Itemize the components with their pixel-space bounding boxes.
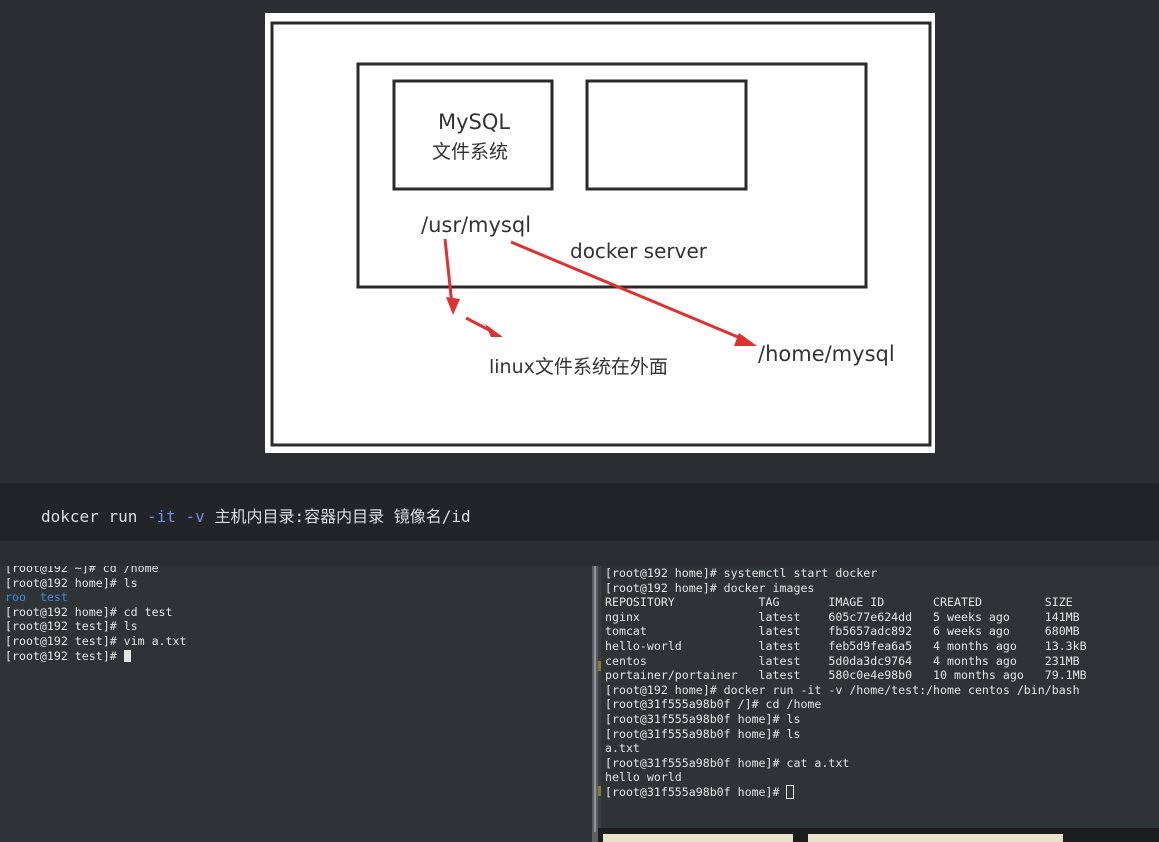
table-row: nginx latest 605c77e624dd 5 weeks ago 14… (605, 609, 1080, 624)
terminal-left-output: [root@192 ~]# cd /home [root@192 home]# l… (5, 566, 186, 663)
footer-tab (603, 834, 793, 842)
terminal-cursor (786, 784, 795, 799)
term-line: [root@192 test]# vim a.txt (5, 633, 187, 648)
code-flag-it: -it (146, 507, 176, 526)
linux-fs-label: linux文件系统在外面 (489, 356, 668, 378)
term-line: [root@192 home]# systemctl start docker (605, 566, 878, 580)
term-prompt-line: [root@31f555a98b0f home]# (605, 784, 1087, 800)
docker-volume-diagram: MySQL 文件系统 /usr/mysql docker server linu… (265, 13, 935, 453)
ls-output: roo test (5, 590, 186, 605)
code-command: dokcer (41, 507, 99, 526)
table-row: centos latest 5d0da3dc9764 4 months ago … (605, 653, 1080, 668)
host-path-label: /home/mysql (758, 342, 895, 366)
term-line: [root@31f555a98b0f home]# ls (605, 726, 801, 741)
term-line: [root@192 ~]# cd /home (5, 566, 159, 575)
term-prompt-line: [root@192 test]# (5, 649, 186, 664)
gutter-mark (598, 786, 601, 796)
mysql-container-box (392, 79, 554, 191)
terminal-footer-strip (598, 828, 1159, 842)
code-flag-v: -v (185, 507, 205, 526)
docker-server-label: docker server (570, 239, 707, 263)
dir-entry: test (39, 590, 68, 605)
code-subcommand: run (108, 507, 138, 526)
empty-container-box (585, 79, 748, 191)
docker-run-syntax: dokcer run -it -v 主机内目录:容器内目录 镜像名/id (41, 503, 471, 527)
terminal-left[interactable]: [root@192 ~]# cd /home [root@192 home]# l… (0, 566, 592, 842)
mysql-subtitle: 文件系统 (432, 141, 509, 163)
table-row: portainer/portainer latest 580c0e4e98b0 … (605, 668, 1087, 683)
arrow-small-shaft (465, 316, 492, 333)
terminal-cursor (123, 649, 131, 662)
container-path-label: /usr/mysql (421, 213, 532, 237)
code-args: 主机内目录:容器内目录 镜像名/id (214, 507, 471, 526)
divider-handle[interactable] (594, 566, 596, 832)
term-line: [root@192 home]# cd test (5, 604, 173, 619)
gutter-mark (598, 661, 601, 671)
footer-tab (808, 834, 1063, 842)
term-line: [root@192 test]# ls (5, 619, 138, 634)
term-line: [root@192 home]# docker images (605, 580, 815, 595)
term-line: hello world (605, 770, 682, 785)
term-line: [root@192 home]# ls (5, 575, 138, 590)
terminal-gutter (598, 566, 601, 842)
term-line: [root@31f555a98b0f home]# cat a.txt (605, 755, 850, 770)
code-block: dokcer run -it -v 主机内目录:容器内目录 镜像名/id (0, 483, 1159, 541)
term-line: [root@31f555a98b0f /]# cd /home (605, 697, 822, 712)
term-prompt: [root@31f555a98b0f home]# (605, 784, 787, 799)
outer-frame (270, 21, 932, 447)
table-row: hello-world latest feb5d9fea6a5 4 months… (605, 638, 1087, 653)
term-prompt: [root@192 test]# (5, 648, 124, 663)
table-row: tomcat latest fb5657adc892 6 weeks ago 6… (605, 624, 1080, 639)
table-header: REPOSITORY TAG IMAGE ID CREATED SIZE (605, 595, 1073, 610)
terminal-right[interactable]: [root@192 home]# systemctl start docker[… (598, 566, 1159, 842)
terminal-right-output: [root@192 home]# systemctl start docker[… (605, 566, 1087, 800)
term-line: [root@192 home]# docker run -it -v /home… (605, 682, 1080, 697)
arrow-down-head (446, 297, 460, 315)
arrow-down-shaft (443, 238, 454, 306)
term-line: a.txt (605, 741, 640, 756)
diagram-drawing (270, 21, 932, 447)
dir-entry: roo (5, 590, 26, 605)
term-line: [root@31f555a98b0f home]# ls (605, 711, 801, 726)
arrow-right-head (734, 333, 757, 346)
mysql-title: MySQL (438, 110, 511, 134)
